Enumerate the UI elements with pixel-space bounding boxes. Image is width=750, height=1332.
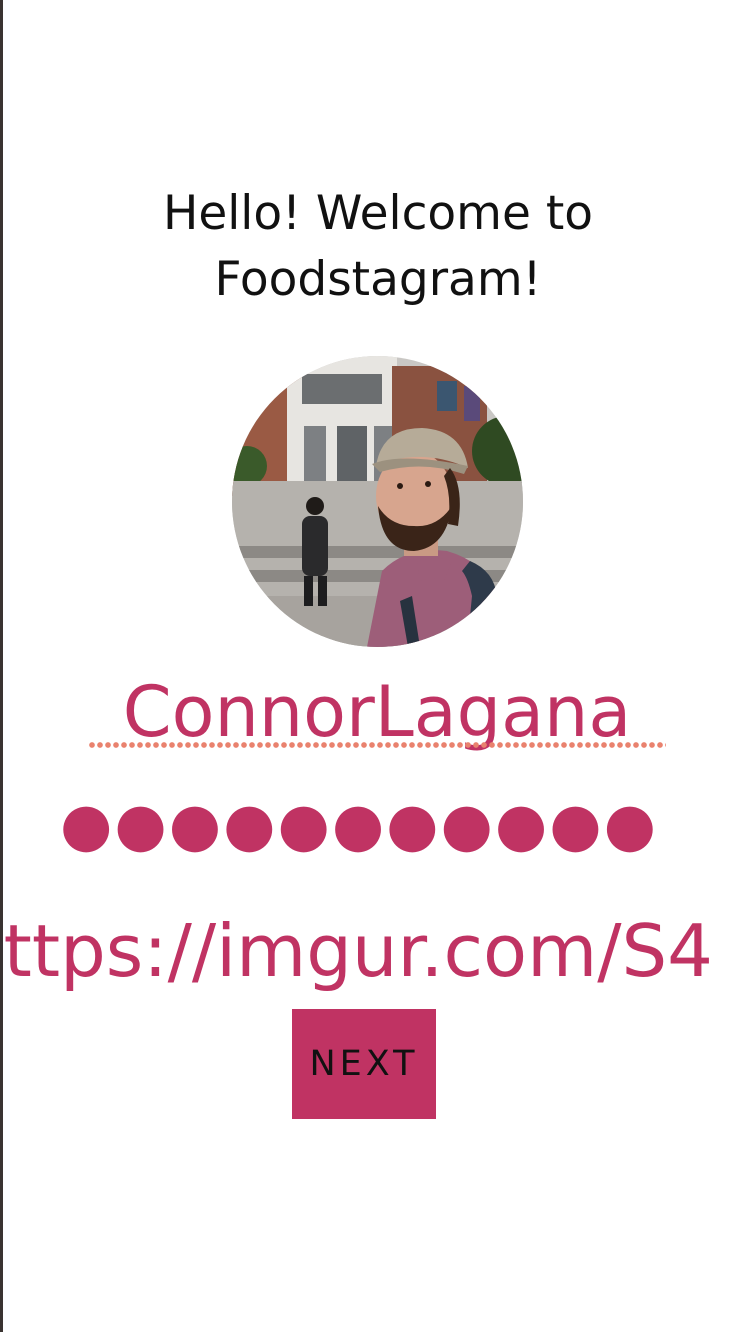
signup-screen: Hello! Welcome to Foodstagram! ConnorLag… — [0, 0, 750, 1332]
password-field[interactable]: ●●●●●●●●●●● — [0, 785, 718, 865]
welcome-line-2: Foodstagram! — [214, 252, 542, 308]
next-button[interactable]: NEXT — [292, 1009, 436, 1119]
welcome-heading: Hello! Welcome to Foodstagram! — [0, 181, 750, 313]
welcome-line-1: Hello! Welcome to — [162, 186, 594, 242]
spellcheck-underline — [88, 741, 666, 749]
avatar — [232, 356, 523, 647]
avatar-photo-icon — [232, 356, 523, 647]
image-url-field[interactable]: https://imgur.com/S4 — [0, 905, 750, 997]
